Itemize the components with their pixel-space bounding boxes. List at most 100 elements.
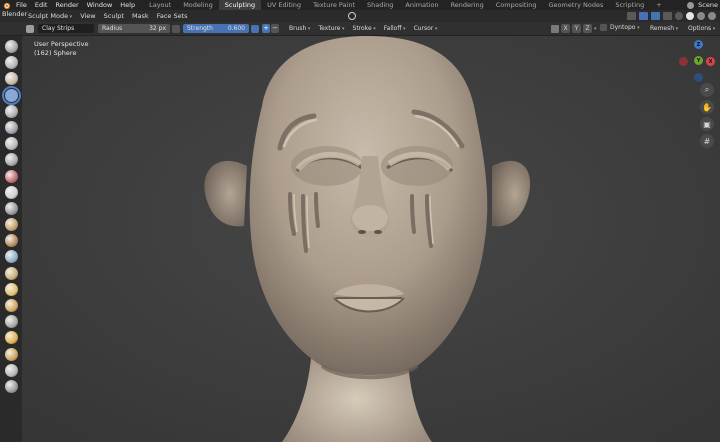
- tool-clay-thumb-icon[interactable]: [4, 104, 18, 118]
- dyntopo-checkbox[interactable]: [600, 24, 607, 31]
- tab-animation[interactable]: Animation: [399, 0, 444, 10]
- tool-thumb-icon[interactable]: [4, 331, 18, 345]
- menu-render[interactable]: Render: [51, 0, 82, 10]
- tool-inflate-icon[interactable]: [4, 137, 18, 151]
- scene-selector: Scene: [687, 0, 718, 10]
- texture-menu[interactable]: Texture: [314, 25, 348, 32]
- xray-icon[interactable]: [663, 12, 672, 20]
- tool-scrape-icon[interactable]: [4, 234, 18, 248]
- tab-uv-editing[interactable]: UV Editing: [261, 0, 307, 10]
- tab-rendering[interactable]: Rendering: [445, 0, 490, 10]
- menu-file[interactable]: File: [12, 0, 31, 10]
- stroke-menu[interactable]: Stroke: [349, 25, 380, 32]
- tool-draw-sharp-icon[interactable]: [4, 56, 18, 70]
- main-menu: File Edit Render Window Help: [12, 0, 139, 10]
- overlay-toggle-icon[interactable]: [651, 12, 660, 20]
- remesh-menu[interactable]: Remesh: [646, 25, 682, 32]
- menu-window[interactable]: Window: [83, 0, 117, 10]
- tab-modeling[interactable]: Modeling: [177, 0, 219, 10]
- camera-icon[interactable]: ▣: [700, 117, 714, 131]
- shading-rendered-icon[interactable]: [708, 12, 716, 20]
- viewport-header: Blender Sculpt Mode View Sculpt Mask Fac…: [0, 10, 720, 22]
- brush-menu[interactable]: Brush: [285, 25, 314, 32]
- zoom-icon[interactable]: ⌕: [700, 83, 714, 97]
- 3d-viewport[interactable]: User Perspective (162) Sphere Z Y X ⌕ ✋ …: [22, 36, 720, 442]
- tab-scripting[interactable]: Scripting: [609, 0, 650, 10]
- menu-sculpt[interactable]: Sculpt: [100, 10, 128, 22]
- brush-name-field[interactable]: Clay Strips: [38, 24, 94, 33]
- menu-face-sets[interactable]: Face Sets: [153, 10, 192, 22]
- blender-logo-icon[interactable]: [0, 0, 12, 10]
- tool-elastic-deform-icon[interactable]: [4, 299, 18, 312]
- shading-material-icon[interactable]: [697, 12, 705, 20]
- cursor-menu[interactable]: Cursor: [410, 25, 442, 32]
- tool-multiplane-scrape-icon[interactable]: [4, 250, 18, 264]
- editor-label: Blender: [2, 10, 28, 18]
- menu-help[interactable]: Help: [116, 0, 139, 10]
- dyntopo-toggle[interactable]: Dyntopo: [600, 24, 640, 31]
- symmetry-options-dropdown[interactable]: ▾: [594, 26, 597, 32]
- axis-x-icon[interactable]: X: [706, 57, 715, 66]
- tool-smooth-icon[interactable]: [4, 185, 18, 199]
- tab-compositing[interactable]: Compositing: [490, 0, 543, 10]
- menu-view[interactable]: View: [76, 10, 99, 22]
- viewport-transform-icon[interactable]: [348, 12, 356, 20]
- tab-geometry-nodes[interactable]: Geometry Nodes: [543, 0, 610, 10]
- symmetry-controls: X Y Z ▾: [551, 24, 597, 33]
- symmetry-x-toggle[interactable]: X: [561, 24, 570, 33]
- tool-clay-strips-icon[interactable]: [1, 85, 21, 105]
- axis-neg-x-icon[interactable]: [679, 57, 688, 66]
- navigation-gizmo[interactable]: Z Y X: [676, 40, 716, 82]
- symmetry-y-toggle[interactable]: Y: [572, 24, 581, 33]
- radius-unit-icon[interactable]: [172, 24, 180, 33]
- tool-layer-icon[interactable]: [4, 120, 18, 134]
- tab-texture-paint[interactable]: Texture Paint: [307, 0, 361, 10]
- add-workspace-button[interactable]: +: [650, 0, 667, 10]
- pressure-icon[interactable]: [251, 24, 259, 33]
- grid-view-icon[interactable]: #: [700, 134, 714, 148]
- tool-crease-icon[interactable]: [4, 169, 18, 183]
- brush-name: Clay Strips: [42, 25, 75, 32]
- shading-wireframe-icon[interactable]: [675, 12, 683, 20]
- tool-snake-hook-icon[interactable]: [4, 315, 18, 329]
- mode-selector[interactable]: Sculpt Mode: [24, 10, 76, 23]
- shading-solid-icon[interactable]: [686, 12, 694, 20]
- radius-value: 32 px: [149, 25, 166, 32]
- direction-add-button[interactable]: +: [262, 24, 270, 33]
- tool-nudge-icon[interactable]: [4, 363, 18, 377]
- gizmo-toggle-icon[interactable]: [639, 12, 648, 20]
- axis-z-icon[interactable]: Z: [694, 40, 703, 49]
- menu-edit[interactable]: Edit: [31, 0, 52, 10]
- symmetry-z-toggle[interactable]: Z: [583, 24, 592, 33]
- radius-field[interactable]: Radius 32 px: [98, 24, 170, 33]
- options-menu[interactable]: Options: [684, 25, 719, 32]
- axis-y-icon[interactable]: Y: [694, 56, 703, 65]
- scene-name[interactable]: Scene: [698, 1, 718, 9]
- dyntopo-label: Dyntopo: [610, 24, 640, 31]
- tool-pinch-icon[interactable]: [4, 266, 18, 280]
- scene-icon[interactable]: [687, 1, 695, 9]
- tool-blob-icon[interactable]: [4, 153, 18, 167]
- brush-icon[interactable]: [26, 24, 34, 33]
- tab-shading[interactable]: Shading: [361, 0, 399, 10]
- direction-subtract-button[interactable]: −: [271, 24, 279, 33]
- tool-flatten-icon[interactable]: [4, 201, 18, 215]
- menu-mask[interactable]: Mask: [128, 10, 153, 22]
- tool-pose-icon[interactable]: [4, 347, 18, 361]
- top-menubar: File Edit Render Window Help Layout Mode…: [0, 0, 720, 10]
- tab-layout[interactable]: Layout: [143, 0, 177, 10]
- radius-label: Radius: [102, 25, 123, 32]
- tab-sculpting[interactable]: Sculpting: [218, 0, 262, 10]
- tool-grab-icon[interactable]: [4, 282, 18, 296]
- tool-fill-icon[interactable]: [4, 218, 18, 232]
- tool-draw-icon[interactable]: [4, 40, 18, 53]
- view-perspective-label: User Perspective: [34, 40, 89, 48]
- tool-rotate-icon[interactable]: [4, 379, 18, 393]
- strength-field[interactable]: Strength 0.600: [183, 24, 249, 33]
- sculpted-head-mesh[interactable]: [22, 36, 720, 442]
- axis-neg-z-icon[interactable]: [694, 73, 703, 82]
- falloff-menu[interactable]: Falloff: [380, 25, 410, 32]
- visibility-icon[interactable]: [627, 12, 636, 20]
- tool-clay-icon[interactable]: [4, 72, 18, 86]
- pan-hand-icon[interactable]: ✋: [700, 100, 714, 114]
